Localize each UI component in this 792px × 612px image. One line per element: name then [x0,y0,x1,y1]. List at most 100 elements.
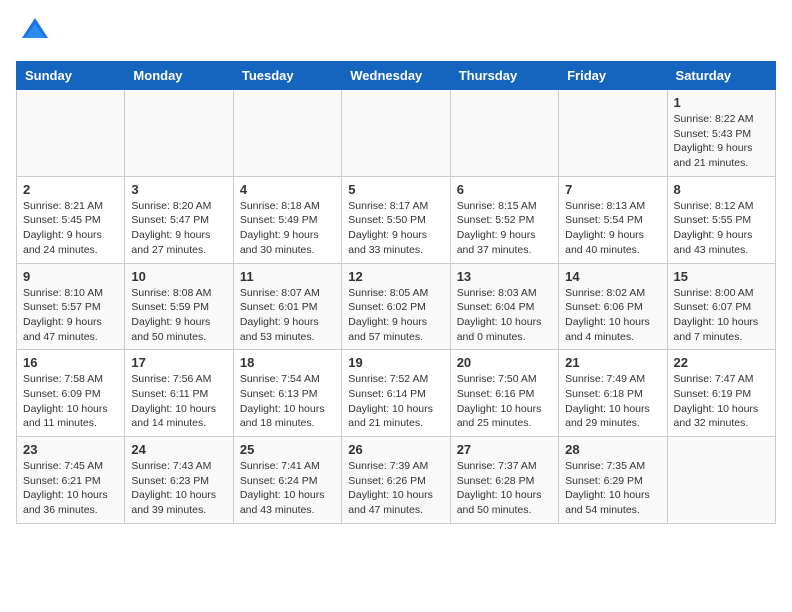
day-info: Sunrise: 7:54 AM Sunset: 6:13 PM Dayligh… [240,372,335,431]
day-cell: 18 Sunrise: 7:54 AM Sunset: 6:13 PM Dayli… [233,350,341,437]
days-header-row: SundayMondayTuesdayWednesdayThursdayFrid… [17,62,776,90]
day-header-wednesday: Wednesday [342,62,450,90]
day-info: Sunrise: 8:00 AM Sunset: 6:07 PM Dayligh… [674,286,769,345]
day-header-tuesday: Tuesday [233,62,341,90]
day-cell: 27 Sunrise: 7:37 AM Sunset: 6:28 PM Dayli… [450,437,558,524]
day-cell: 15 Sunrise: 8:00 AM Sunset: 6:07 PM Dayli… [667,263,775,350]
logo-icon [20,16,50,46]
day-number: 4 [240,182,335,197]
day-number: 10 [131,269,226,284]
week-row-5: 23 Sunrise: 7:45 AM Sunset: 6:21 PM Dayli… [17,437,776,524]
day-header-thursday: Thursday [450,62,558,90]
day-header-friday: Friday [559,62,667,90]
day-number: 23 [23,442,118,457]
day-number: 20 [457,355,552,370]
week-row-1: 1 Sunrise: 8:22 AM Sunset: 5:43 PM Daylig… [17,90,776,177]
day-info: Sunrise: 8:02 AM Sunset: 6:06 PM Dayligh… [565,286,660,345]
day-info: Sunrise: 7:49 AM Sunset: 6:18 PM Dayligh… [565,372,660,431]
day-cell: 16 Sunrise: 7:58 AM Sunset: 6:09 PM Dayli… [17,350,125,437]
day-number: 17 [131,355,226,370]
day-number: 6 [457,182,552,197]
day-info: Sunrise: 8:08 AM Sunset: 5:59 PM Dayligh… [131,286,226,345]
day-cell: 4 Sunrise: 8:18 AM Sunset: 5:49 PM Daylig… [233,176,341,263]
day-cell [559,90,667,177]
day-number: 27 [457,442,552,457]
day-number: 11 [240,269,335,284]
day-info: Sunrise: 8:03 AM Sunset: 6:04 PM Dayligh… [457,286,552,345]
day-cell: 10 Sunrise: 8:08 AM Sunset: 5:59 PM Dayli… [125,263,233,350]
day-info: Sunrise: 7:35 AM Sunset: 6:29 PM Dayligh… [565,459,660,518]
day-cell: 22 Sunrise: 7:47 AM Sunset: 6:19 PM Dayli… [667,350,775,437]
day-cell: 13 Sunrise: 8:03 AM Sunset: 6:04 PM Dayli… [450,263,558,350]
day-number: 3 [131,182,226,197]
day-info: Sunrise: 8:21 AM Sunset: 5:45 PM Dayligh… [23,199,118,258]
day-cell [667,437,775,524]
day-number: 19 [348,355,443,370]
day-cell: 9 Sunrise: 8:10 AM Sunset: 5:57 PM Daylig… [17,263,125,350]
day-cell [17,90,125,177]
day-info: Sunrise: 8:18 AM Sunset: 5:49 PM Dayligh… [240,199,335,258]
day-info: Sunrise: 8:17 AM Sunset: 5:50 PM Dayligh… [348,199,443,258]
day-info: Sunrise: 7:52 AM Sunset: 6:14 PM Dayligh… [348,372,443,431]
day-cell [233,90,341,177]
day-info: Sunrise: 7:47 AM Sunset: 6:19 PM Dayligh… [674,372,769,431]
day-cell: 8 Sunrise: 8:12 AM Sunset: 5:55 PM Daylig… [667,176,775,263]
calendar-table: SundayMondayTuesdayWednesdayThursdayFrid… [16,61,776,524]
day-number: 9 [23,269,118,284]
day-cell: 12 Sunrise: 8:05 AM Sunset: 6:02 PM Dayli… [342,263,450,350]
day-cell: 19 Sunrise: 7:52 AM Sunset: 6:14 PM Dayli… [342,350,450,437]
header [16,16,776,51]
day-cell: 2 Sunrise: 8:21 AM Sunset: 5:45 PM Daylig… [17,176,125,263]
day-number: 15 [674,269,769,284]
day-info: Sunrise: 8:12 AM Sunset: 5:55 PM Dayligh… [674,199,769,258]
day-info: Sunrise: 7:50 AM Sunset: 6:16 PM Dayligh… [457,372,552,431]
day-info: Sunrise: 8:22 AM Sunset: 5:43 PM Dayligh… [674,112,769,171]
day-number: 25 [240,442,335,457]
day-number: 22 [674,355,769,370]
day-info: Sunrise: 7:37 AM Sunset: 6:28 PM Dayligh… [457,459,552,518]
day-cell: 7 Sunrise: 8:13 AM Sunset: 5:54 PM Daylig… [559,176,667,263]
day-cell: 17Sunrise: 7:56 AM Sunset: 6:11 PM Dayli… [125,350,233,437]
day-cell: 26 Sunrise: 7:39 AM Sunset: 6:26 PM Dayli… [342,437,450,524]
day-number: 5 [348,182,443,197]
day-number: 16 [23,355,118,370]
day-cell: 28Sunrise: 7:35 AM Sunset: 6:29 PM Dayli… [559,437,667,524]
day-info: Sunrise: 7:41 AM Sunset: 6:24 PM Dayligh… [240,459,335,518]
week-row-3: 9 Sunrise: 8:10 AM Sunset: 5:57 PM Daylig… [17,263,776,350]
day-cell: 25 Sunrise: 7:41 AM Sunset: 6:24 PM Dayli… [233,437,341,524]
day-cell [125,90,233,177]
day-number: 2 [23,182,118,197]
day-info: Sunrise: 7:58 AM Sunset: 6:09 PM Dayligh… [23,372,118,431]
day-info: Sunrise: 7:45 AM Sunset: 6:21 PM Dayligh… [23,459,118,518]
day-number: 1 [674,95,769,110]
day-info: Sunrise: 8:20 AM Sunset: 5:47 PM Dayligh… [131,199,226,258]
day-number: 12 [348,269,443,284]
day-info: Sunrise: 7:39 AM Sunset: 6:26 PM Dayligh… [348,459,443,518]
day-number: 13 [457,269,552,284]
day-cell: 6 Sunrise: 8:15 AM Sunset: 5:52 PM Daylig… [450,176,558,263]
day-number: 14 [565,269,660,284]
day-info: Sunrise: 8:07 AM Sunset: 6:01 PM Dayligh… [240,286,335,345]
day-number: 26 [348,442,443,457]
day-cell: 5 Sunrise: 8:17 AM Sunset: 5:50 PM Daylig… [342,176,450,263]
day-cell [450,90,558,177]
day-number: 8 [674,182,769,197]
day-cell: 21Sunrise: 7:49 AM Sunset: 6:18 PM Dayli… [559,350,667,437]
day-number: 24 [131,442,226,457]
day-cell: 14 Sunrise: 8:02 AM Sunset: 6:06 PM Dayli… [559,263,667,350]
day-info: Sunrise: 8:15 AM Sunset: 5:52 PM Dayligh… [457,199,552,258]
day-header-sunday: Sunday [17,62,125,90]
day-info: Sunrise: 8:05 AM Sunset: 6:02 PM Dayligh… [348,286,443,345]
day-cell: 11 Sunrise: 8:07 AM Sunset: 6:01 PM Dayli… [233,263,341,350]
day-cell: 23 Sunrise: 7:45 AM Sunset: 6:21 PM Dayli… [17,437,125,524]
day-info: Sunrise: 8:10 AM Sunset: 5:57 PM Dayligh… [23,286,118,345]
day-cell: 3 Sunrise: 8:20 AM Sunset: 5:47 PM Daylig… [125,176,233,263]
day-cell: 20 Sunrise: 7:50 AM Sunset: 6:16 PM Dayli… [450,350,558,437]
day-info: Sunrise: 8:13 AM Sunset: 5:54 PM Dayligh… [565,199,660,258]
day-cell [342,90,450,177]
day-number: 18 [240,355,335,370]
day-cell: 1 Sunrise: 8:22 AM Sunset: 5:43 PM Daylig… [667,90,775,177]
week-row-4: 16 Sunrise: 7:58 AM Sunset: 6:09 PM Dayli… [17,350,776,437]
day-header-saturday: Saturday [667,62,775,90]
day-number: 7 [565,182,660,197]
